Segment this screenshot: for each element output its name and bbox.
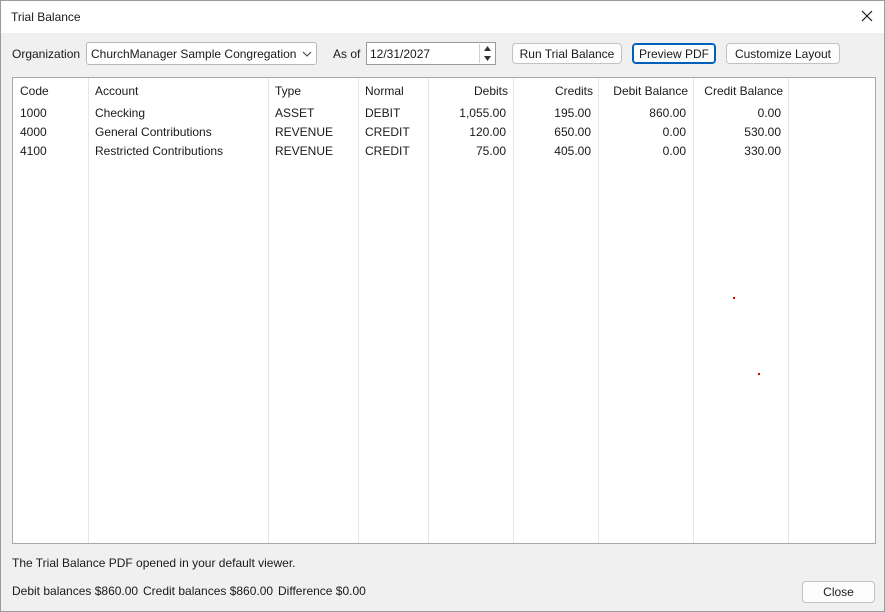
column-header-code[interactable]: Code [20,84,49,98]
cell-credit-balance: 0.00 [757,106,781,120]
cell-account: Checking [95,106,146,120]
spin-up-button[interactable] [480,44,494,53]
cell-credits: 650.00 [554,125,591,139]
window-title: Trial Balance [11,10,81,24]
cell-type: REVENUE [275,144,334,158]
status-message: The Trial Balance PDF opened in your def… [12,556,296,570]
cell-type: REVENUE [275,125,334,139]
close-button[interactable]: Close [802,581,875,603]
cell-credit-balance: 330.00 [744,144,781,158]
preview-pdf-button[interactable]: Preview PDF [632,43,716,64]
as-of-date-value: 12/31/2027 [370,47,431,61]
column-header-credit-balance[interactable]: Credit Balance [693,84,783,98]
stray-pixel [733,297,735,299]
cell-debit-balance: 860.00 [649,106,686,120]
organization-label: Organization [12,47,81,61]
spin-down-icon [483,56,491,61]
cell-debits: 1,055.00 [459,106,506,120]
debit-balances-total: Debit balances $860.00 [12,584,139,598]
table-row[interactable]: 4000 General Contributions REVENUE CREDI… [13,125,875,144]
cell-debit-balance: 0.00 [662,144,686,158]
column-header-debit-balance[interactable]: Debit Balance [598,84,688,98]
window-close-button[interactable] [856,5,878,27]
cell-normal: DEBIT [365,106,401,120]
cell-code: 4000 [20,125,47,139]
stray-pixel [758,373,760,375]
organization-value: ChurchManager Sample Congregation [91,47,297,61]
trial-balance-window: Trial Balance Organization ChurchManager… [0,0,885,612]
cell-credit-balance: 530.00 [744,125,781,139]
as-of-date-input[interactable]: 12/31/2027 [366,42,496,65]
cell-code: 1000 [20,106,47,120]
chevron-down-icon [302,51,312,57]
cell-normal: CREDIT [365,125,410,139]
spin-up-icon [483,46,491,51]
credit-balances-total: Credit balances $860.00 [143,584,274,598]
run-trial-balance-button[interactable]: Run Trial Balance [512,43,622,64]
cell-account: General Contributions [95,125,212,139]
cell-credits: 195.00 [554,106,591,120]
trial-balance-table[interactable]: Code Account Type Normal Debits Credits … [12,77,876,544]
column-header-normal[interactable]: Normal [365,84,404,98]
cell-type: ASSET [275,106,315,120]
cell-debit-balance: 0.00 [662,125,686,139]
date-spinner [479,44,493,63]
cell-debits: 120.00 [469,125,506,139]
cell-debits: 75.00 [475,144,506,158]
spin-down-button[interactable] [480,54,494,63]
close-icon [861,10,873,22]
column-header-credits[interactable]: Credits [513,84,593,98]
as-of-label: As of [333,47,361,61]
column-header-account[interactable]: Account [95,84,138,98]
cell-account: Restricted Contributions [95,144,224,158]
title-bar: Trial Balance [1,1,884,33]
organization-dropdown[interactable]: ChurchManager Sample Congregation [86,42,317,65]
table-header-row: Code Account Type Normal Debits Credits … [13,78,875,102]
cell-credits: 405.00 [554,144,591,158]
cell-code: 4100 [20,144,47,158]
difference-total: Difference $0.00 [278,584,366,598]
table-row[interactable]: 4100 Restricted Contributions REVENUE CR… [13,144,875,163]
cell-normal: CREDIT [365,144,410,158]
customize-layout-button[interactable]: Customize Layout [726,43,840,64]
column-header-type[interactable]: Type [275,84,301,98]
table-row[interactable]: 1000 Checking ASSET DEBIT 1,055.00 195.0… [13,106,875,125]
column-header-debits[interactable]: Debits [428,84,508,98]
